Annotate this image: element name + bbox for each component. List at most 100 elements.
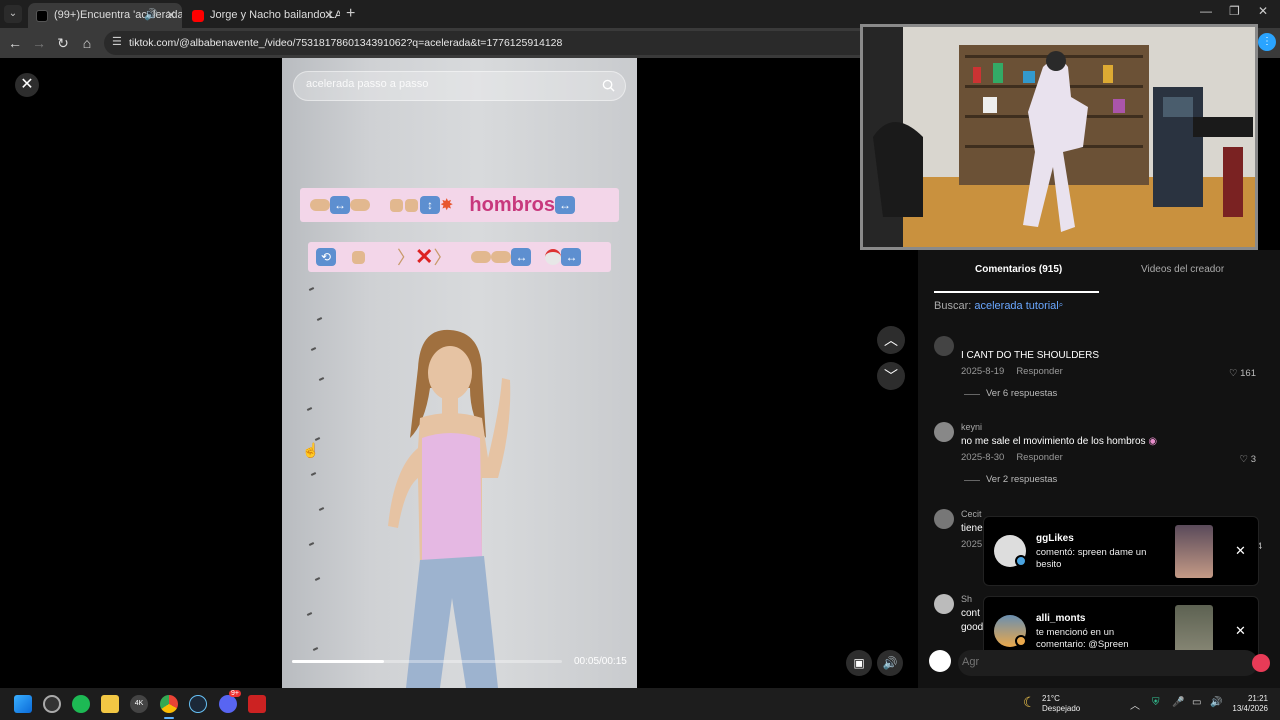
tab-tiktok[interactable]: (99+)Encuentra 'acelerada' 🔊 ✕ <box>28 3 182 28</box>
avatar[interactable] <box>934 594 954 614</box>
weather-widget[interactable]: 21°C Despejado <box>1042 694 1080 714</box>
video-progress-bar[interactable] <box>292 660 562 663</box>
search-icon[interactable] <box>602 79 615 92</box>
related-search: Buscar: acelerada tutorial⌕ <box>934 300 1063 312</box>
comment-item: keyni no me sale el movimiento de los ho… <box>934 422 1274 492</box>
browser-menu-button[interactable]: ⋮ <box>1258 33 1276 51</box>
tiktok-video-viewer: ✕ ↔ ↕ ✸ hombros ↔ <box>0 24 1280 688</box>
forward-button[interactable]: → <box>30 34 48 52</box>
webcam-overlay <box>860 24 1258 250</box>
pointing-hand-icon <box>471 251 492 263</box>
steam-icon[interactable] <box>189 695 207 713</box>
back-button[interactable]: ← <box>6 34 24 52</box>
comments-tabs: Comentarios (915) Videos del creador <box>918 258 1280 293</box>
reply-button[interactable]: Responder <box>1016 366 1062 377</box>
avatar[interactable] <box>934 509 954 529</box>
video-player[interactable]: ↔ ↕ ✸ hombros ↔ ⟲ 〉 ✕ 〉 ↔ ↔ <box>282 58 637 688</box>
display-icon[interactable]: ▭ <box>1192 697 1201 708</box>
discord-badge: 9+ <box>229 690 241 697</box>
next-video-button[interactable]: ﹀ <box>877 362 905 390</box>
windows-start-icon[interactable] <box>14 695 32 713</box>
tab-youtube[interactable]: Jorge y Nacho bailando LA MÁ ✕ <box>184 3 340 28</box>
related-search-link[interactable]: acelerada tutorial <box>974 300 1058 312</box>
tab-title: (99+)Encuentra 'acelerada' <box>54 9 182 21</box>
avatar[interactable] <box>934 336 954 356</box>
comment-text: no me sale el movimiento de los hombros … <box>961 436 1158 447</box>
chrome-icon[interactable] <box>160 695 178 713</box>
app-icon[interactable] <box>248 695 266 713</box>
comment-input[interactable] <box>962 656 1162 668</box>
discord-icon[interactable] <box>219 695 237 713</box>
bracket-icon: 〉 <box>433 248 452 268</box>
comment-username[interactable]: keyni <box>961 422 982 432</box>
view-replies-button[interactable]: Ver 6 respuestas <box>963 388 1057 399</box>
up-down-arrow-icon: ↕ <box>420 196 440 214</box>
fist-icon <box>390 198 403 212</box>
comment-date: 2025-8-19 <box>961 366 1005 377</box>
minimize-button[interactable]: — <box>1200 4 1212 18</box>
spotify-icon[interactable] <box>72 695 90 713</box>
speaker-icon[interactable]: 🔊 <box>1210 697 1222 708</box>
settings-app-icon[interactable] <box>43 695 61 713</box>
tray-overflow-icon[interactable]: ︿ <box>1130 697 1140 712</box>
new-tab-button[interactable]: + <box>346 5 355 23</box>
cross-mark-icon: ✕ <box>415 244 434 269</box>
close-icon[interactable]: ✕ <box>1235 543 1246 559</box>
4k-app-icon[interactable]: 4K <box>130 695 148 713</box>
address-url: tiktok.com/@albabenavente_/video/7531817… <box>129 37 563 49</box>
comment-text-line2: good <box>961 622 984 633</box>
home-button[interactable]: ⌂ <box>78 34 96 52</box>
weather-moon-icon[interactable]: ☾ <box>1023 694 1036 711</box>
reload-button[interactable]: ↻ <box>54 34 72 52</box>
tab-close-icon[interactable]: ✕ <box>166 3 176 28</box>
notification-thumbnail <box>1175 525 1213 578</box>
weather-condition: Despejado <box>1042 704 1081 713</box>
microphone-icon[interactable]: 🎤 <box>1172 697 1184 708</box>
dancer-figure <box>388 329 511 688</box>
pip-button[interactable]: ▣ <box>846 650 872 676</box>
previous-video-button[interactable]: ︿ <box>877 326 905 354</box>
file-explorer-icon[interactable] <box>101 695 119 713</box>
comment-meta: 2025-8-19 Responder <box>961 366 1063 377</box>
video-search-bar[interactable] <box>293 71 626 101</box>
reply-button[interactable]: Responder <box>1016 452 1062 463</box>
windows-taskbar: 4K 9+ ☾ 21°C Despejado ︿ ⛨ 🎤 ▭ 🔊 21:21 1… <box>0 688 1280 720</box>
site-info-icon[interactable]: ☰ <box>112 35 122 48</box>
active-app-indicator <box>164 717 174 719</box>
left-right-arrow-icon: ↔ <box>511 248 532 266</box>
left-right-arrow-icon: ↔ <box>330 196 350 214</box>
restore-button[interactable]: ❐ <box>1229 4 1240 18</box>
video-search-input[interactable] <box>306 78 586 90</box>
repeat-icon: ⟲ <box>316 248 336 266</box>
comment-date: 2025 <box>961 539 983 550</box>
search-small-icon[interactable]: ⌕ <box>1059 300 1063 309</box>
badge-icon <box>1015 635 1027 647</box>
clock-date: 13/4/2026 <box>1232 704 1268 713</box>
tab-audio-icon[interactable]: 🔊 <box>144 3 158 28</box>
tab-close-icon[interactable]: ✕ <box>324 3 334 28</box>
view-replies-button[interactable]: Ver 2 respuestas <box>963 474 1057 485</box>
ok-hand-icon <box>352 250 365 264</box>
youtube-favicon-icon <box>192 10 204 22</box>
like-count[interactable]: ♡ 3 <box>1240 454 1256 465</box>
tab-search-button[interactable]: ⌄ <box>4 5 22 23</box>
system-clock[interactable]: 21:21 13/4/2026 <box>1232 694 1268 714</box>
post-comment-button[interactable] <box>1252 654 1270 672</box>
comment-username[interactable]: Cecit <box>961 509 982 519</box>
clock-time: 21:21 <box>1247 694 1268 703</box>
tab-creator-videos[interactable]: Videos del creador <box>1141 264 1224 275</box>
comment-input-box[interactable] <box>958 650 1258 676</box>
wall-decoration <box>299 278 335 678</box>
close-window-button[interactable]: ✕ <box>1258 4 1268 18</box>
like-count[interactable]: ♡ 161 <box>1229 368 1256 379</box>
notification-toast[interactable]: ggLikes comentó: spreen dame un besito ✕ <box>983 516 1259 586</box>
close-viewer-button[interactable]: ✕ <box>15 73 39 97</box>
shield-icon[interactable]: ⛨ <box>1152 697 1160 708</box>
tab-comments[interactable]: Comentarios (915) <box>975 264 1062 275</box>
comment-username[interactable]: Sh <box>961 594 972 604</box>
temperature: 21°C <box>1042 694 1060 703</box>
close-icon[interactable]: ✕ <box>1235 623 1246 639</box>
notification-user: alli_monts <box>1036 613 1086 624</box>
avatar[interactable] <box>934 422 954 442</box>
volume-button[interactable]: 🔊 <box>877 650 903 676</box>
